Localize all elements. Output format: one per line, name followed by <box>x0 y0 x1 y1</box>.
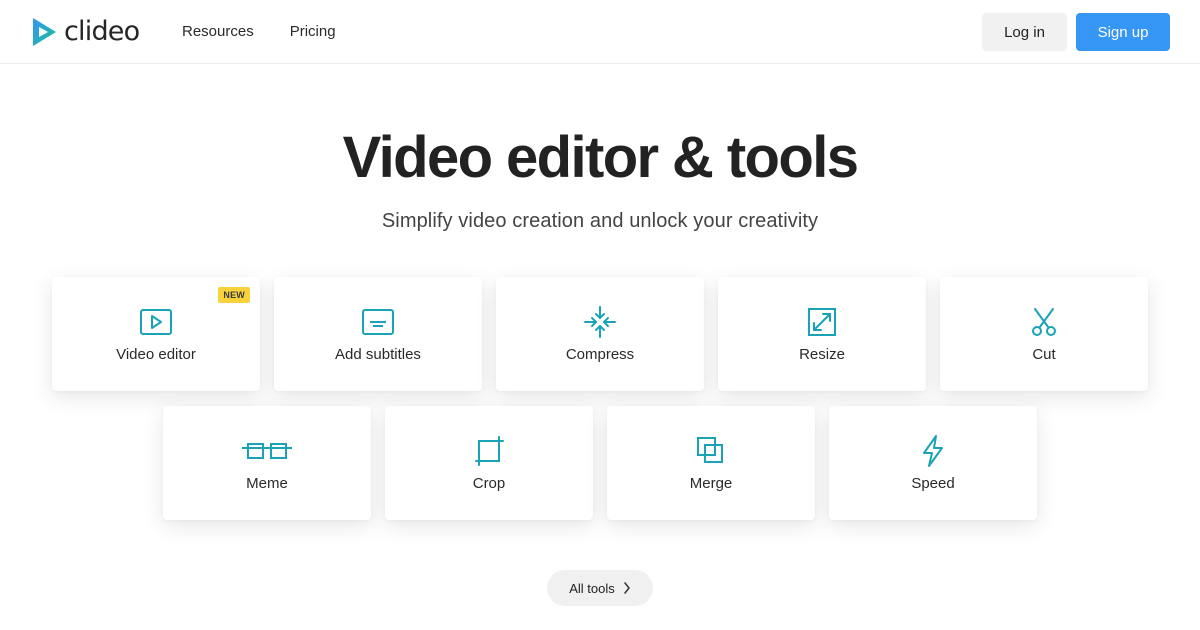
signup-button[interactable]: Sign up <box>1076 13 1170 51</box>
tool-card-compress[interactable]: Compress <box>496 277 704 391</box>
crop-icon <box>475 436 504 466</box>
tool-label: Merge <box>689 475 733 492</box>
tool-card-add-subtitles[interactable]: Add subtitles <box>274 277 482 391</box>
nav-resources[interactable]: Resources <box>182 22 254 42</box>
resize-icon <box>808 308 836 336</box>
clideo-logo-icon <box>33 18 56 46</box>
subtitles-icon <box>362 309 394 335</box>
tool-card-video-editor[interactable]: NEW Video editor <box>52 277 260 391</box>
tool-card-meme[interactable]: Meme <box>163 406 371 520</box>
tool-label: Cut <box>1032 346 1056 363</box>
tool-card-crop[interactable]: Crop <box>385 406 593 520</box>
main-nav: Resources Pricing <box>182 22 336 42</box>
logo-text: clideo <box>64 16 140 47</box>
scissors-icon <box>1032 308 1056 336</box>
tool-label: Compress <box>565 346 635 363</box>
tool-label: Resize <box>799 346 845 363</box>
tool-label: Video editor <box>116 346 196 363</box>
page-title: Video editor & tools <box>342 125 859 190</box>
lightning-icon <box>923 435 943 467</box>
tool-label: Speed <box>911 475 955 492</box>
new-badge: NEW <box>218 287 250 303</box>
compress-icon <box>584 306 616 338</box>
nav-pricing[interactable]: Pricing <box>290 22 336 42</box>
top-header: clideo Resources Pricing Log in Sign up <box>0 0 1200 64</box>
tool-card-speed[interactable]: Speed <box>829 406 1037 520</box>
tool-card-resize[interactable]: Resize <box>718 277 926 391</box>
tool-label: Add subtitles <box>335 346 421 363</box>
play-icon <box>140 309 172 335</box>
logo[interactable]: clideo <box>30 16 140 48</box>
meme-glasses-icon <box>242 443 292 459</box>
chevron-right-icon <box>624 582 630 594</box>
tool-card-merge[interactable]: Merge <box>607 406 815 520</box>
tool-label: Meme <box>246 475 288 492</box>
merge-icon <box>697 437 723 463</box>
all-tools-label: All tools <box>569 580 615 596</box>
tool-card-cut[interactable]: Cut <box>940 277 1148 391</box>
page-subtitle: Simplify video creation and unlock your … <box>381 210 819 232</box>
tool-label: Crop <box>472 475 506 492</box>
all-tools-button[interactable]: All tools <box>547 570 653 606</box>
login-button[interactable]: Log in <box>982 13 1067 51</box>
